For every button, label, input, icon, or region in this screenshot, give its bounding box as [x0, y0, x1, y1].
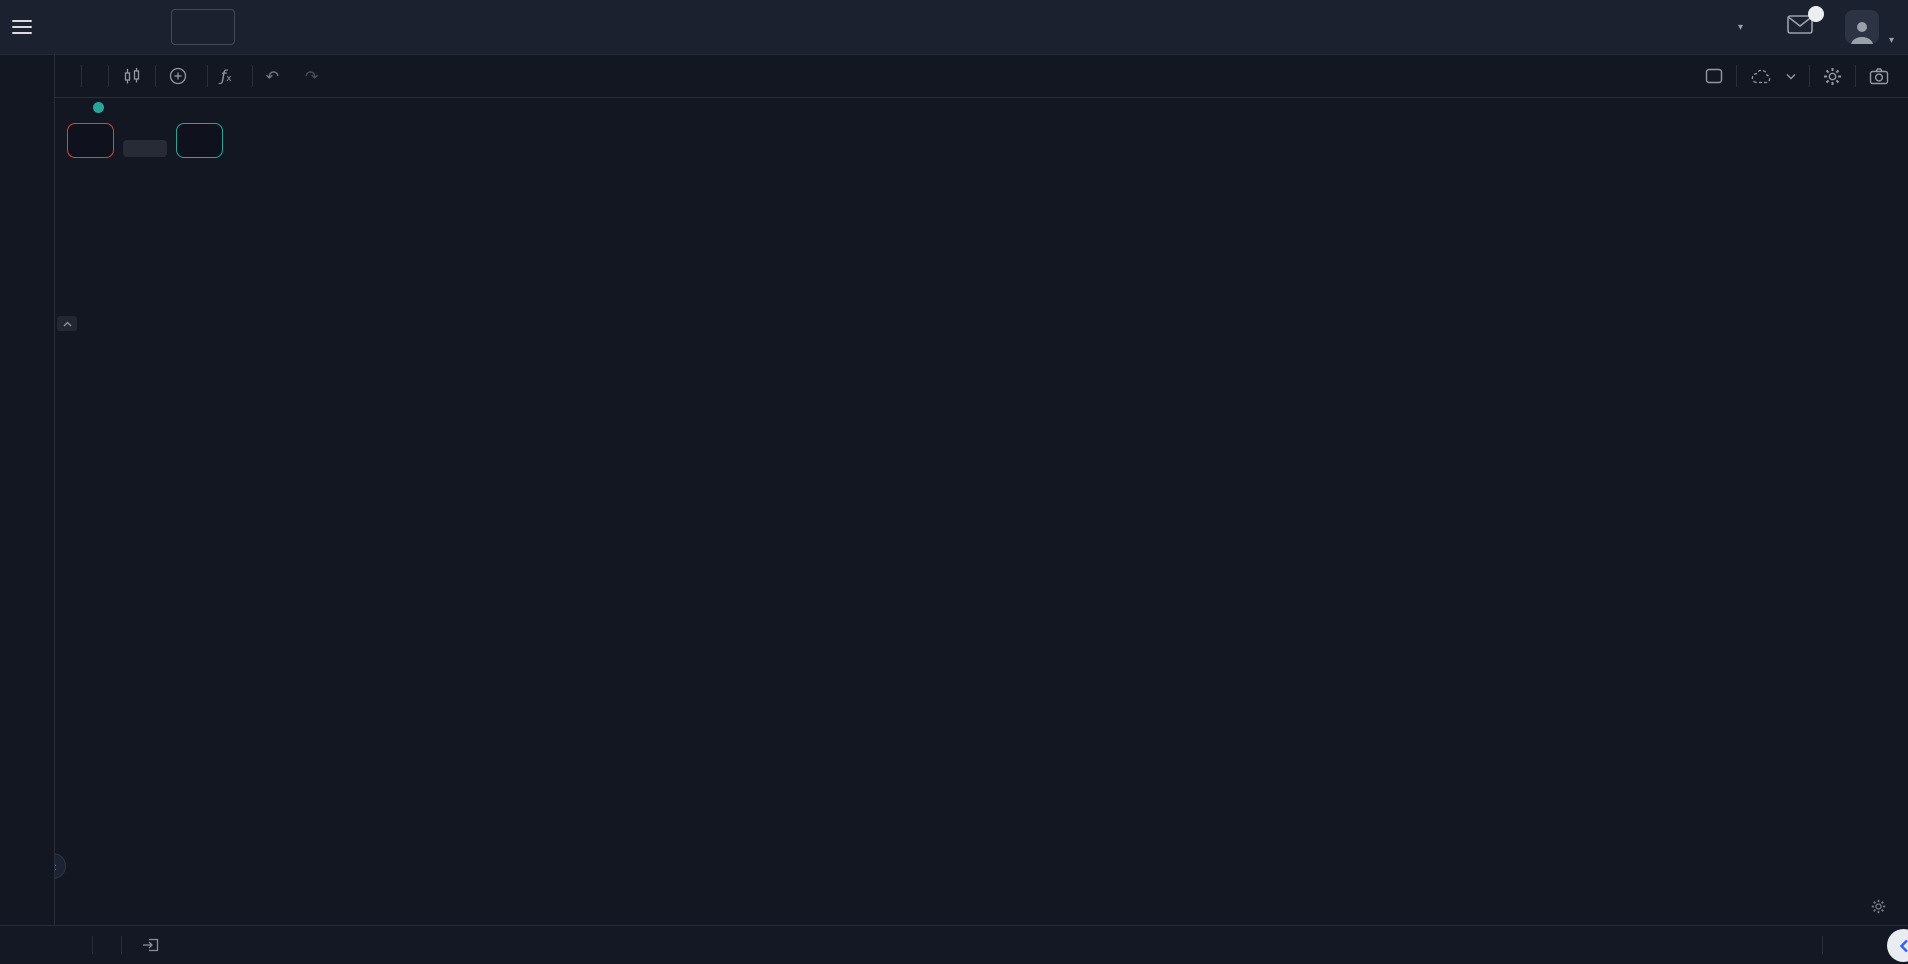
sell-button[interactable] [67, 123, 114, 158]
settings-button[interactable] [1810, 62, 1855, 90]
collapse-indicators-button[interactable] [57, 316, 77, 331]
compare-plus-icon [169, 67, 187, 85]
gear-icon [1823, 67, 1842, 86]
price-scale[interactable] [1845, 98, 1908, 893]
menu-icon[interactable] [0, 0, 44, 55]
save-button[interactable] [1737, 62, 1809, 90]
new-order-button[interactable] [171, 9, 235, 45]
chart-legend [67, 102, 223, 158]
profit-dropdown-icon[interactable]: ▾ [1738, 22, 1743, 33]
chart-area[interactable] [55, 98, 1908, 925]
maximize-icon [1705, 68, 1723, 84]
spread-block [121, 123, 169, 158]
function-icon: ƒx [221, 67, 232, 85]
top-bar: ▾ ▾ [0, 0, 1908, 55]
scale-settings-icon[interactable] [1871, 899, 1886, 919]
undo-button[interactable]: ↶ [253, 62, 292, 90]
drawing-toolbar [0, 55, 55, 925]
user-icon [1849, 18, 1875, 44]
time-axis[interactable] [55, 893, 1845, 925]
expand-panel-button[interactable] [1887, 929, 1908, 962]
candlestick-icon [122, 66, 142, 86]
goto-date-button[interactable] [142, 937, 160, 953]
divider [121, 936, 122, 954]
chart-style-button[interactable] [109, 62, 155, 90]
bottom-bar [0, 925, 1908, 964]
maximize-button[interactable] [1692, 62, 1736, 90]
redo-button[interactable]: ↷ [292, 62, 331, 90]
account-summary: ▾ [1598, 22, 1743, 33]
compare-button[interactable] [156, 62, 207, 90]
goto-date-icon [142, 937, 160, 953]
avatar-dropdown-icon[interactable]: ▾ [1889, 35, 1894, 46]
inbox-button[interactable] [1787, 15, 1817, 39]
camera-icon [1869, 67, 1889, 85]
chevron-left-icon [1899, 939, 1908, 953]
buy-button[interactable] [176, 123, 223, 158]
chevron-down-icon [1786, 73, 1796, 80]
app-logo [84, 10, 85, 44]
pane-divider[interactable] [55, 688, 1845, 693]
indicators-button[interactable]: ƒx [208, 62, 252, 90]
chart-canvas [55, 98, 1908, 925]
avatar-button[interactable] [1845, 10, 1879, 44]
snapshot-button[interactable] [1856, 62, 1902, 90]
divider [1822, 936, 1823, 954]
interval-button[interactable] [82, 62, 108, 90]
cloud-icon [1750, 68, 1772, 84]
symbol-button[interactable] [55, 62, 81, 90]
market-status-dot [93, 102, 104, 113]
chevron-up-icon [63, 321, 72, 327]
inbox-badge [1808, 6, 1824, 22]
divider [92, 936, 93, 954]
chart-toolbar: ƒx ↶ ↷ [55, 55, 1908, 98]
step-value [123, 140, 167, 157]
